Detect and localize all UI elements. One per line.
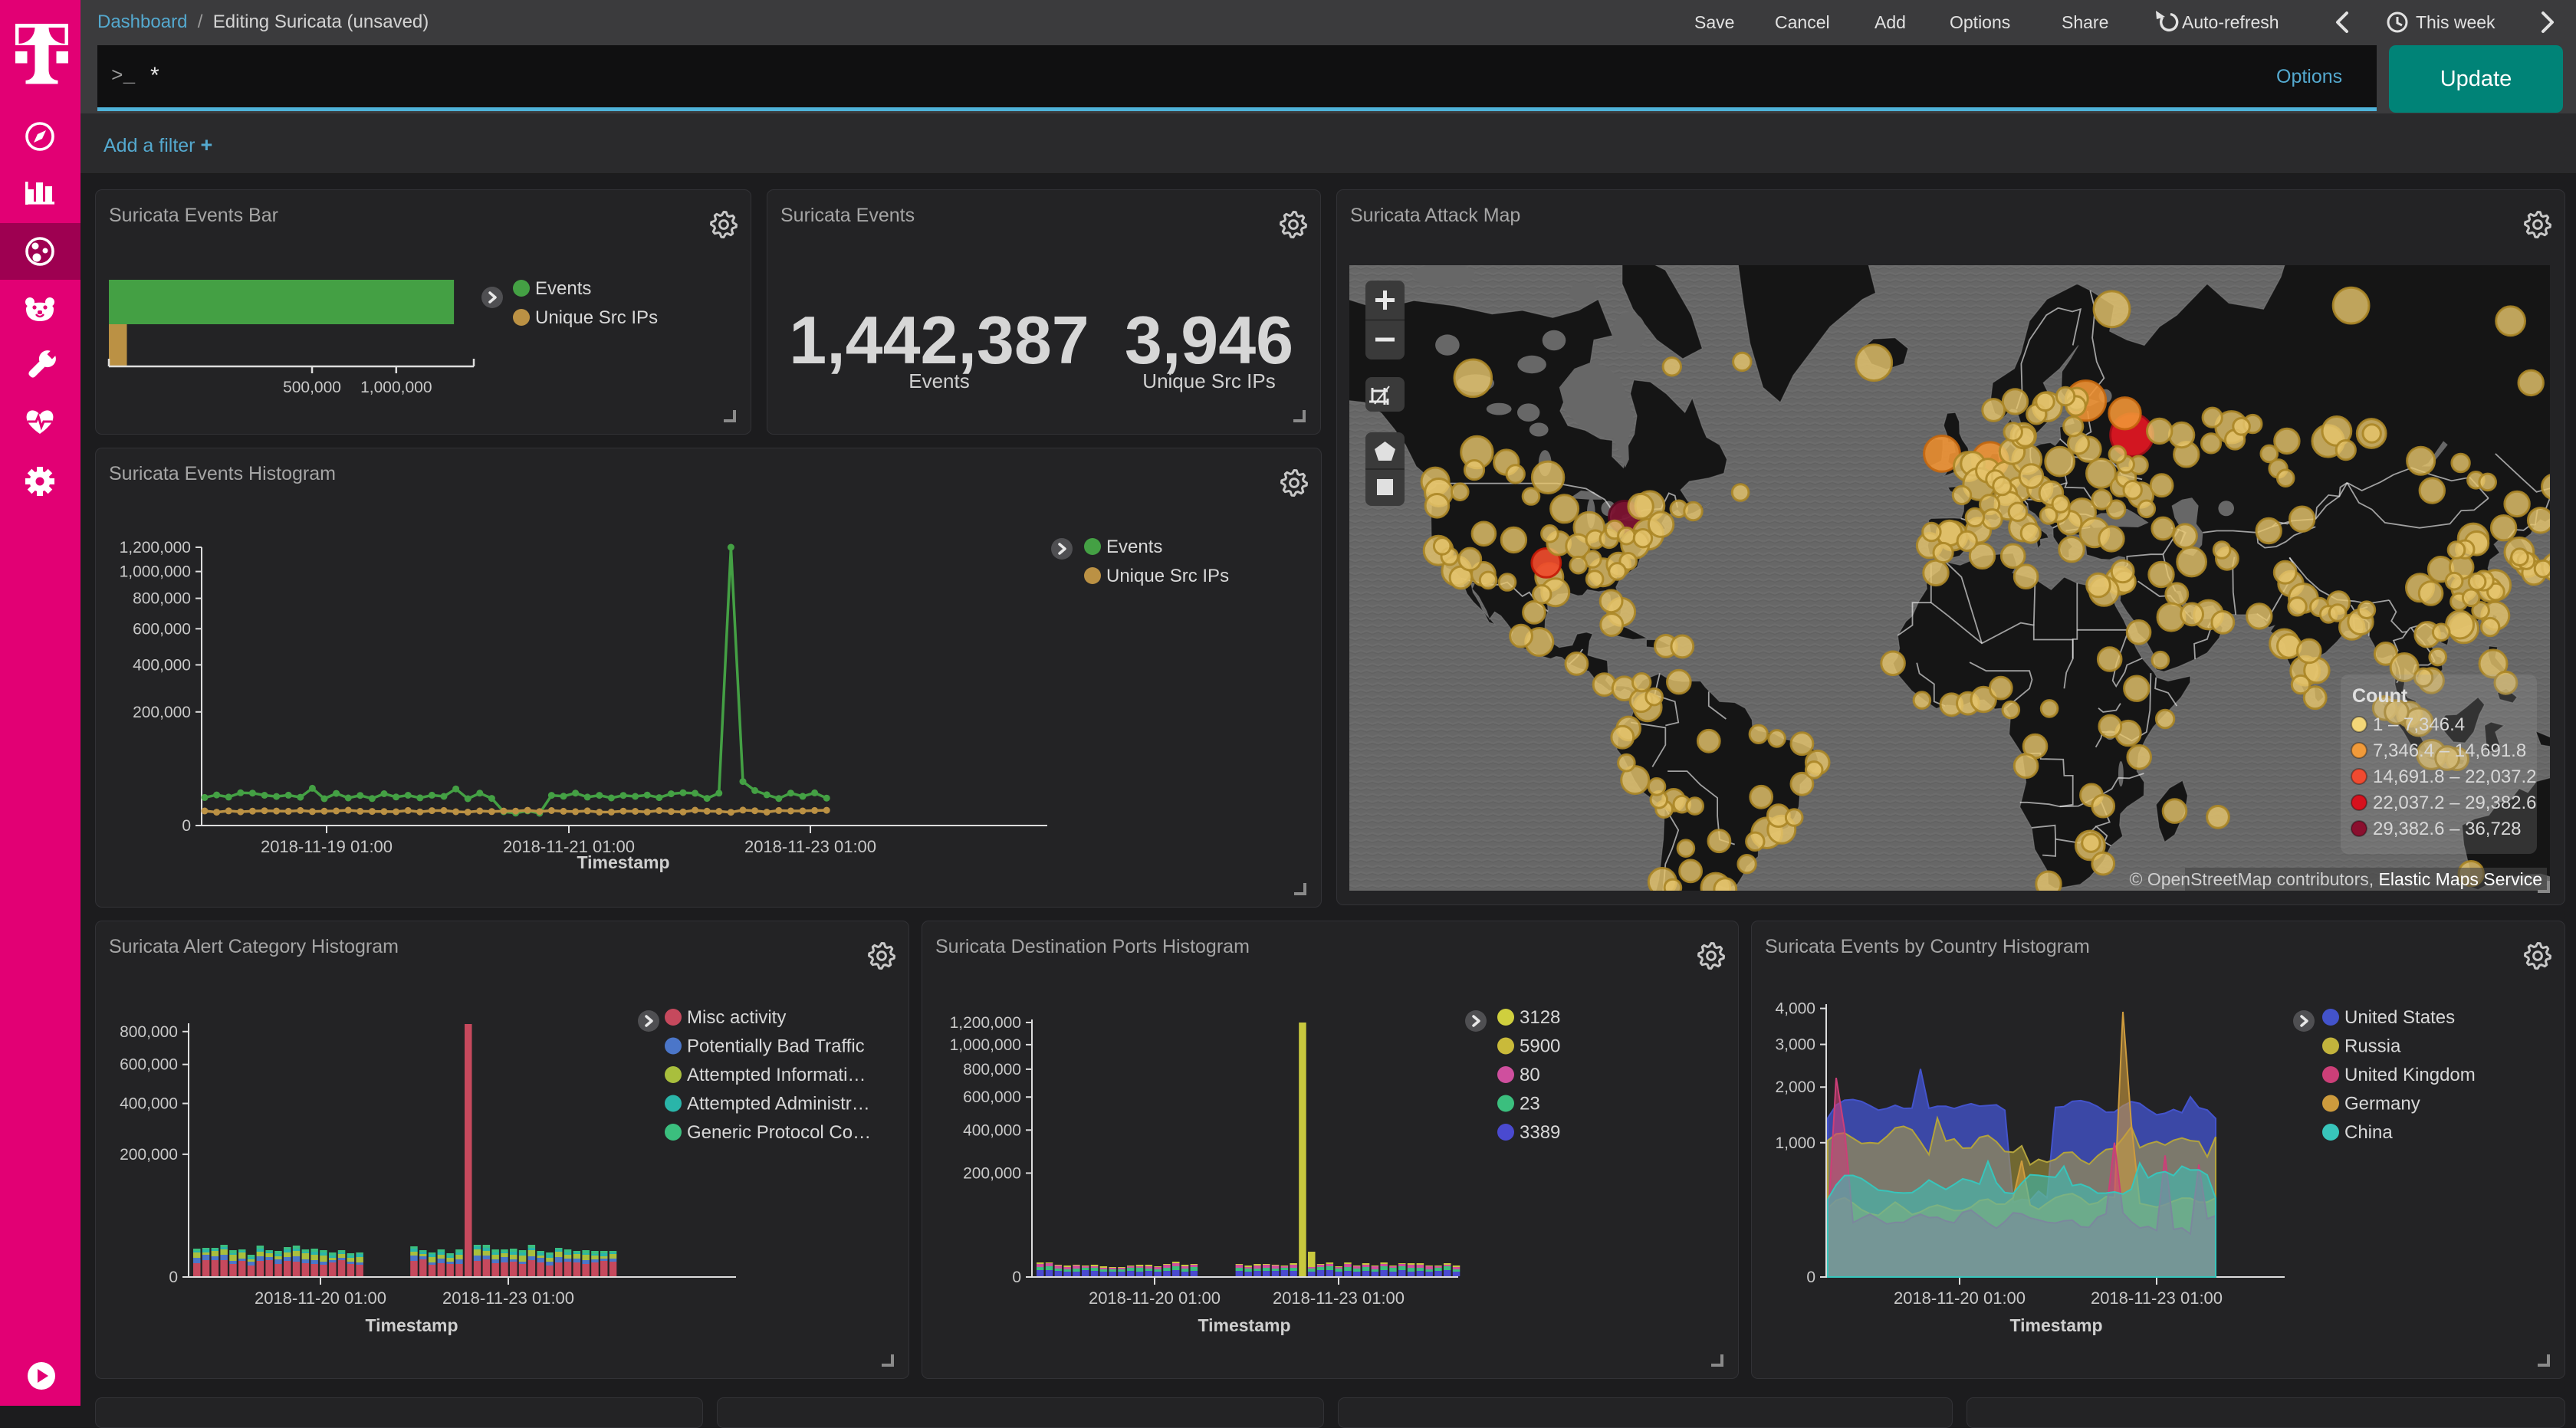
svg-text:22,037.2 – 29,382.6: 22,037.2 – 29,382.6 — [2373, 793, 2537, 813]
svg-text:7,346.4 – 14,691.8: 7,346.4 – 14,691.8 — [2373, 740, 2526, 761]
svg-text:14,691.8 – 22,037.2: 14,691.8 – 22,037.2 — [2373, 767, 2537, 787]
svg-text:1 – 7,346.4: 1 – 7,346.4 — [2373, 714, 2465, 735]
svg-text:© OpenStreetMap contributors,: © OpenStreetMap contributors, Elastic Ma… — [2129, 869, 2542, 889]
svg-text:29,382.6 – 36,728: 29,382.6 – 36,728 — [2373, 819, 2522, 839]
svg-text:Count: Count — [2352, 685, 2408, 707]
